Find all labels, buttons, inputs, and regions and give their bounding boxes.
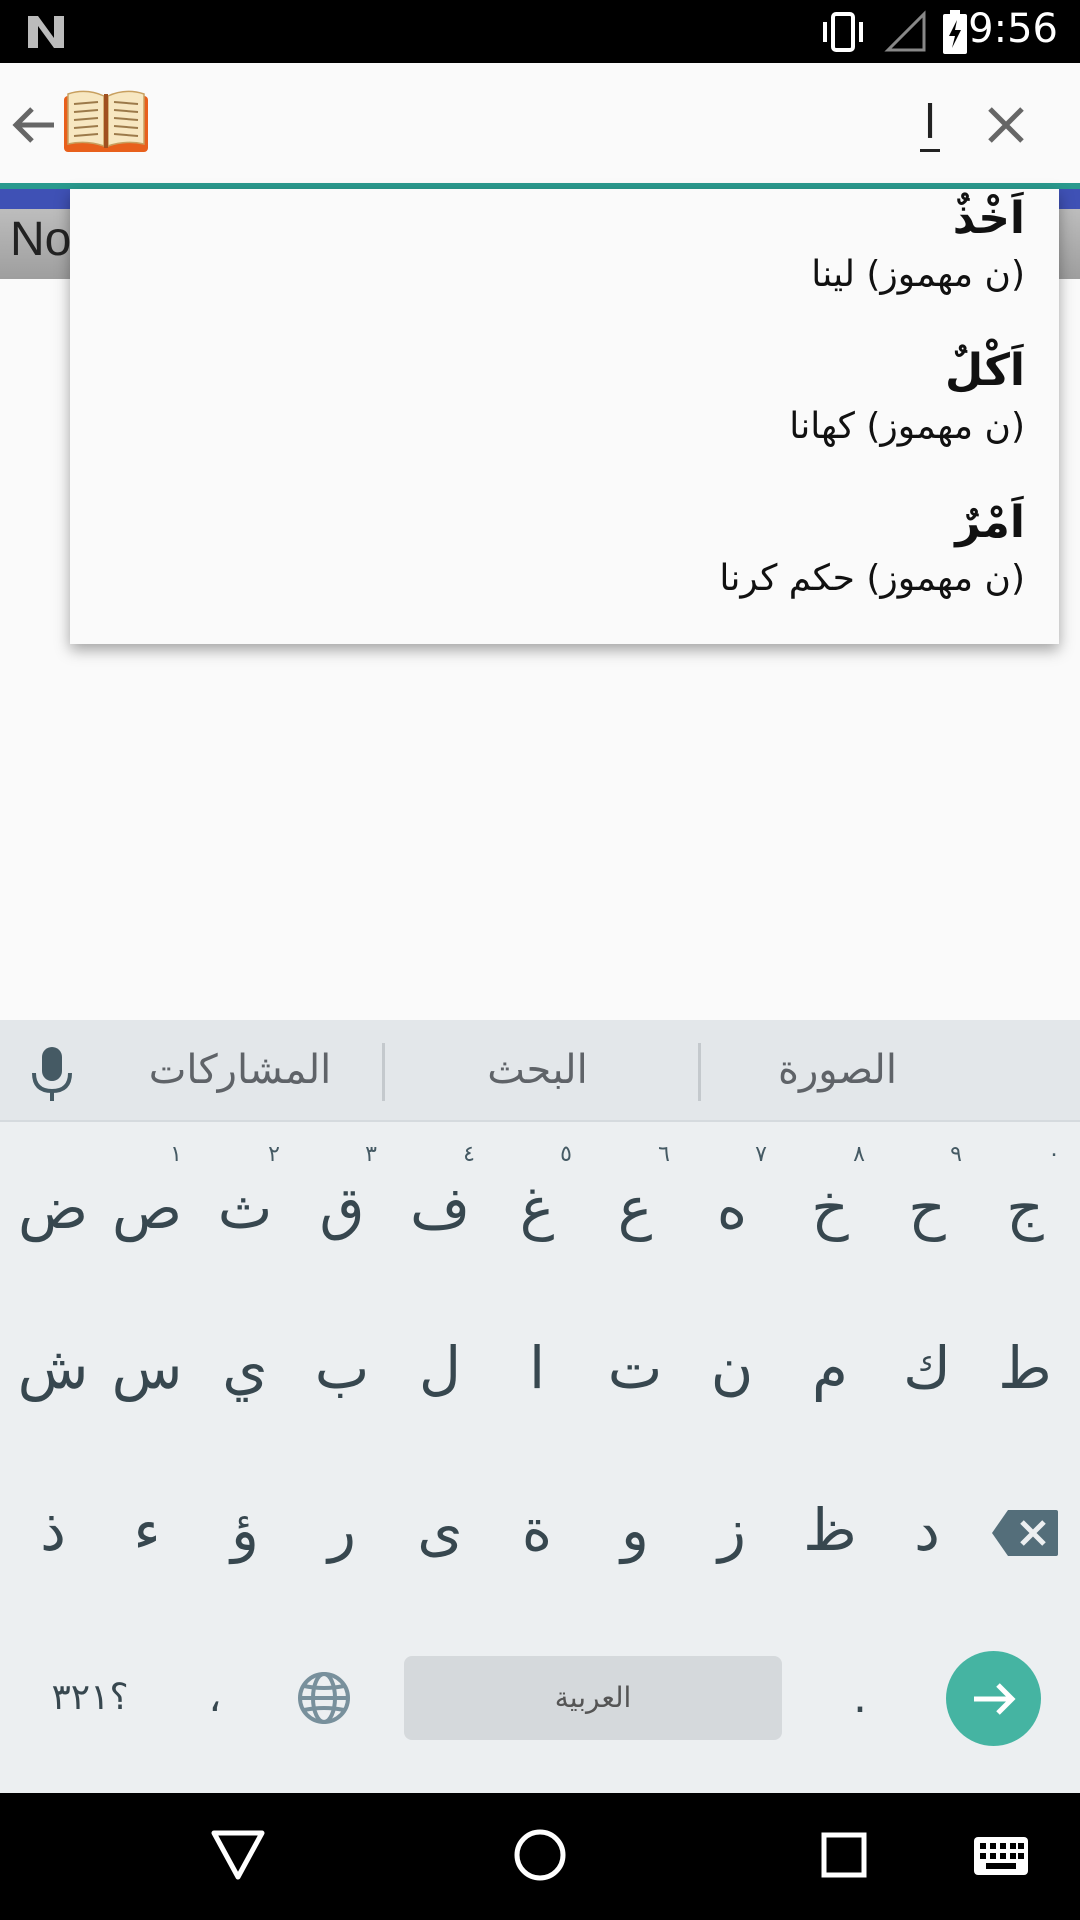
key[interactable]: ب (293, 1308, 391, 1428)
signal-icon (884, 10, 926, 52)
clear-search-icon[interactable] (982, 101, 1030, 149)
key[interactable]: ؤ (196, 1470, 294, 1590)
suggestion-item[interactable]: اَكْلٌ (ن مهموز) كهانا (789, 341, 1025, 453)
key[interactable]: ش (4, 1308, 102, 1428)
home-nav-icon[interactable] (513, 1828, 567, 1882)
back-arrow-icon[interactable] (10, 101, 58, 149)
book-logo-icon (64, 90, 148, 152)
vibrate-icon (823, 12, 863, 52)
key[interactable]: ظ (781, 1470, 879, 1590)
key[interactable]: ط (976, 1308, 1074, 1428)
key[interactable]: ٠ج (976, 1142, 1074, 1268)
key[interactable]: ي (196, 1308, 294, 1428)
key[interactable]: ٢ث (196, 1142, 294, 1268)
key[interactable]: ة (488, 1470, 586, 1590)
globe-icon[interactable] (296, 1670, 352, 1726)
comma-key[interactable]: ، (180, 1660, 250, 1736)
navigation-bar (0, 1793, 1080, 1920)
suggestion-word: اَخْذٌ (952, 193, 1025, 244)
key[interactable]: م (781, 1308, 879, 1428)
space-bar[interactable]: العربية (404, 1656, 782, 1740)
enter-key[interactable] (946, 1651, 1041, 1746)
battery-charging-icon (943, 10, 967, 54)
suggestion-word: اَمْرٌ (955, 497, 1025, 548)
key[interactable]: ى (391, 1470, 489, 1590)
key[interactable]: ٤ف (391, 1142, 489, 1268)
suggestion-description: (ن مهموز) لينا (811, 254, 1025, 295)
key[interactable]: ٣ق (293, 1142, 391, 1268)
status-bar: 9:56 (0, 0, 1080, 63)
suggestion-item[interactable]: اَمْرٌ (ن مهموز) حكم كرنا (719, 493, 1025, 605)
microphone-icon[interactable] (30, 1045, 74, 1103)
key[interactable]: و (586, 1470, 684, 1590)
search-input[interactable]: ا (900, 95, 960, 155)
keyboard-switch-icon[interactable] (972, 1835, 1030, 1877)
search-suggestions-popup: اَخْذٌ (ن مهموز) لينا اَكْلٌ (ن مهموز) ك… (70, 189, 1059, 644)
backspace-icon[interactable] (990, 1508, 1060, 1558)
recents-nav-icon[interactable] (820, 1831, 868, 1879)
key[interactable]: ل (391, 1308, 489, 1428)
key[interactable]: ٩ح (878, 1142, 976, 1268)
suggestion-description: (ن مهموز) كهانا (789, 406, 1025, 447)
key[interactable]: ١ص (98, 1142, 196, 1268)
key[interactable]: ٨خ (781, 1142, 879, 1268)
key[interactable]: د (878, 1470, 976, 1590)
key[interactable]: ض (4, 1148, 102, 1268)
key[interactable]: ذ (4, 1470, 102, 1590)
arrow-right-icon (974, 1683, 1016, 1715)
keyboard-suggestion[interactable]: الصورة (730, 1040, 945, 1100)
suggestion-word: اَكْلٌ (945, 345, 1025, 396)
key[interactable]: س (98, 1308, 196, 1428)
suggestion-description: (ن مهموز) حكم كرنا (719, 558, 1025, 599)
key[interactable]: ن (683, 1308, 781, 1428)
symbols-key[interactable]: ؟٣٢١ (30, 1660, 150, 1736)
keyboard-suggestion[interactable]: المشاركات (140, 1040, 340, 1100)
suggestion-divider (698, 1043, 701, 1101)
notification-n-icon (28, 16, 64, 48)
keyboard-suggestion[interactable]: البحث (430, 1040, 645, 1100)
suggestion-item[interactable]: اَخْذٌ (ن مهموز) لينا (811, 189, 1025, 301)
period-key[interactable]: . (820, 1660, 900, 1736)
key[interactable]: ك (878, 1308, 976, 1428)
key[interactable]: ت (586, 1308, 684, 1428)
search-query: ا (919, 95, 941, 152)
key[interactable]: ٧ه (683, 1142, 781, 1268)
clock: 9:56 (968, 6, 1058, 52)
key[interactable]: ٦ع (586, 1142, 684, 1268)
key[interactable]: ر (293, 1470, 391, 1590)
back-nav-icon[interactable] (210, 1829, 266, 1881)
key[interactable]: ء (98, 1470, 196, 1590)
key[interactable]: ز (683, 1470, 781, 1590)
key[interactable]: ٥غ (488, 1142, 586, 1268)
key[interactable]: ا (488, 1308, 586, 1428)
background-bar-text: No (10, 213, 72, 266)
suggestion-divider (382, 1043, 385, 1101)
